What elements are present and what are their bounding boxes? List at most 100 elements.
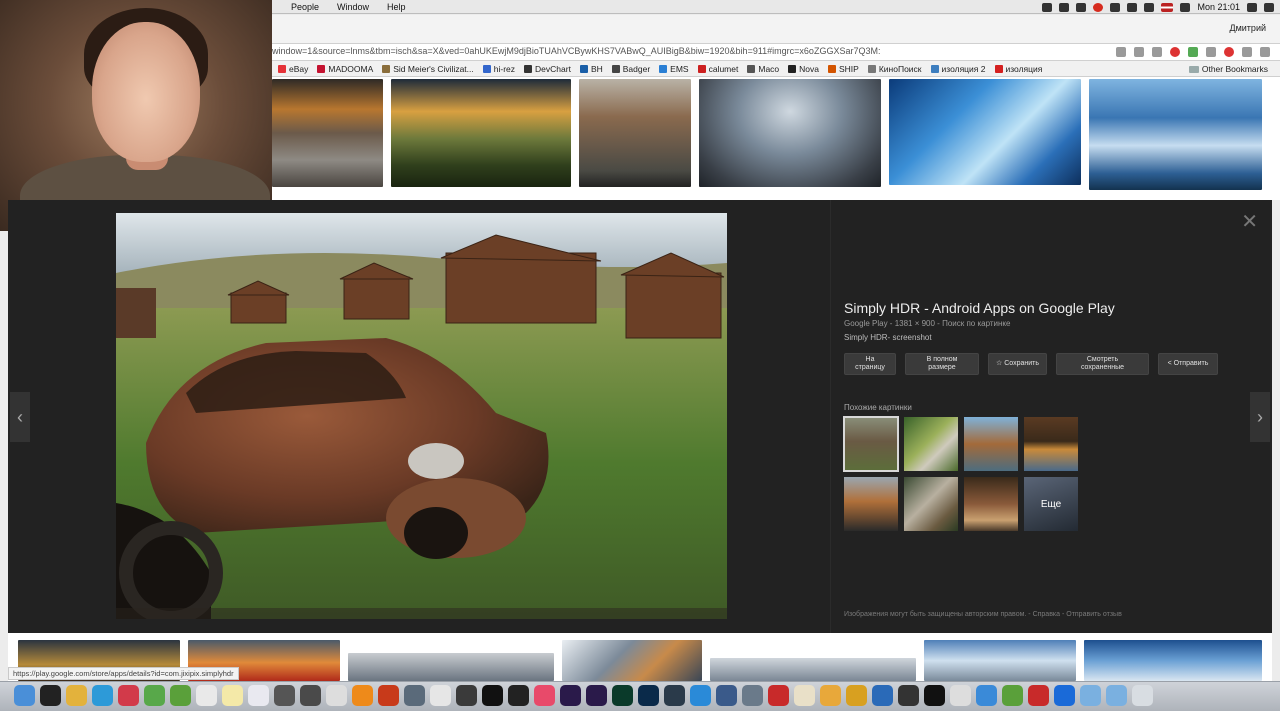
- launchpad-icon[interactable]: [40, 685, 61, 706]
- menu-window[interactable]: Window: [328, 1, 378, 13]
- lightroom-icon[interactable]: [664, 685, 685, 706]
- extension-icon[interactable]: [1206, 47, 1216, 57]
- audition-icon[interactable]: [612, 685, 633, 706]
- chrome-menu-icon[interactable]: [1260, 47, 1270, 57]
- wifi-icon[interactable]: [1180, 2, 1191, 12]
- app-icon[interactable]: [898, 685, 919, 706]
- result-thumbnail[interactable]: [579, 79, 691, 187]
- bookmark-item[interactable]: MADOOMA: [317, 64, 373, 74]
- bookmark-item[interactable]: Sid Meier's Civilizat...: [382, 64, 474, 74]
- notification-list-icon[interactable]: [1264, 2, 1274, 12]
- bookmark-star-icon[interactable]: [1134, 47, 1144, 57]
- app-icon[interactable]: [430, 685, 451, 706]
- app-icon[interactable]: [1028, 685, 1049, 706]
- app-icon[interactable]: [768, 685, 789, 706]
- record-icon[interactable]: [1076, 2, 1087, 12]
- opera-icon[interactable]: [1093, 2, 1104, 12]
- app-icon[interactable]: [534, 685, 555, 706]
- result-thumbnail[interactable]: [272, 79, 383, 187]
- trash-icon[interactable]: [1132, 685, 1153, 706]
- app-icon[interactable]: [820, 685, 841, 706]
- similar-image-thumbnail[interactable]: [964, 417, 1018, 471]
- similar-image-thumbnail[interactable]: [1024, 417, 1078, 471]
- app-icon[interactable]: [716, 685, 737, 706]
- bookmark-item[interactable]: КиноПоиск: [867, 64, 922, 74]
- visit-page-button[interactable]: На страницу: [844, 353, 896, 375]
- bookmark-item[interactable]: calumet: [697, 64, 738, 74]
- terminal-icon[interactable]: [482, 685, 503, 706]
- finder-icon[interactable]: [14, 685, 35, 706]
- us-flag-icon[interactable]: [1161, 2, 1174, 12]
- view-full-size-button[interactable]: В полном размере: [905, 353, 979, 375]
- display-icon[interactable]: [1059, 2, 1070, 12]
- share-button[interactable]: < Отправить: [1158, 353, 1218, 375]
- bookmark-item[interactable]: Nova: [788, 64, 819, 74]
- view-saved-button[interactable]: Смотреть сохраненные: [1056, 353, 1149, 375]
- result-thumbnail[interactable]: [889, 79, 1081, 185]
- app-icon[interactable]: [118, 685, 139, 706]
- close-icon[interactable]: ✕: [1241, 212, 1258, 232]
- previous-image-button[interactable]: ‹: [10, 392, 30, 442]
- extension-icon[interactable]: [1224, 47, 1234, 57]
- extension-icon[interactable]: [1152, 47, 1162, 57]
- app-icon[interactable]: [924, 685, 945, 706]
- bookmark-item[interactable]: EMS: [659, 64, 689, 74]
- adblock-icon[interactable]: [1170, 47, 1180, 57]
- result-thumbnail[interactable]: [1084, 640, 1262, 681]
- copyright-disclaimer[interactable]: Изображения могут быть защищены авторски…: [844, 611, 1122, 618]
- bookmark-item[interactable]: eBay: [278, 64, 308, 74]
- result-thumbnail[interactable]: [348, 653, 554, 681]
- preview-image[interactable]: [116, 213, 727, 619]
- menubar-clock[interactable]: Mon 21:01: [1197, 1, 1240, 13]
- save-button[interactable]: ☆ Сохранить: [988, 353, 1047, 375]
- profile-name[interactable]: Дмитрий: [1230, 23, 1267, 33]
- itunes-icon[interactable]: [248, 685, 269, 706]
- photoshop-icon[interactable]: [638, 685, 659, 706]
- spotlight-search-icon[interactable]: [1247, 2, 1257, 12]
- app-icon[interactable]: [950, 685, 971, 706]
- ableton-live-icon[interactable]: [300, 685, 321, 706]
- similar-image-thumbnail[interactable]: [843, 416, 899, 472]
- other-bookmarks[interactable]: Other Bookmarks: [1188, 64, 1268, 74]
- menu-help[interactable]: Help: [378, 1, 415, 13]
- notes-icon[interactable]: [222, 685, 243, 706]
- result-thumbnail[interactable]: [391, 79, 571, 187]
- bookmark-item[interactable]: Badger: [611, 64, 650, 74]
- menu-people[interactable]: People: [282, 1, 328, 13]
- similar-image-thumbnail[interactable]: [904, 477, 958, 531]
- url-text[interactable]: window=1&source=lnms&tbm=isch&sa=X&ved=0…: [272, 46, 880, 56]
- address-bar[interactable]: window=1&source=lnms&tbm=isch&sa=X&ved=0…: [272, 43, 1280, 61]
- app-icon[interactable]: [846, 685, 867, 706]
- app-status-icon[interactable]: [1042, 2, 1053, 12]
- app-icon[interactable]: [976, 685, 997, 706]
- result-thumbnail[interactable]: [562, 640, 702, 681]
- telegram-icon[interactable]: [92, 685, 113, 706]
- app-icon[interactable]: [508, 685, 529, 706]
- translate-icon[interactable]: [1116, 47, 1126, 57]
- download-extension-icon[interactable]: [1188, 47, 1198, 57]
- chrome-icon[interactable]: [66, 685, 87, 706]
- bookmark-item[interactable]: Maco: [747, 64, 779, 74]
- image-title-link[interactable]: Simply HDR - Android Apps on Google Play: [844, 300, 1264, 317]
- app-icon[interactable]: [404, 685, 425, 706]
- app-icon[interactable]: [274, 685, 295, 706]
- bookmark-item[interactable]: hi-rez: [482, 64, 515, 74]
- app-icon[interactable]: [1054, 685, 1075, 706]
- bookmark-item[interactable]: изоляция 2: [930, 64, 986, 74]
- app-icon[interactable]: [378, 685, 399, 706]
- result-thumbnail[interactable]: [710, 658, 916, 681]
- app-icon[interactable]: [742, 685, 763, 706]
- result-thumbnail[interactable]: [1089, 79, 1262, 190]
- premiere-icon[interactable]: [560, 685, 581, 706]
- vlc-icon[interactable]: [352, 685, 373, 706]
- result-thumbnail[interactable]: [699, 79, 881, 187]
- folder-icon[interactable]: [1106, 685, 1127, 706]
- bookmark-item[interactable]: BH: [579, 64, 603, 74]
- evernote-icon[interactable]: [1002, 685, 1023, 706]
- upwork-icon[interactable]: [144, 685, 165, 706]
- app-icon[interactable]: [456, 685, 477, 706]
- similar-image-thumbnail[interactable]: [964, 477, 1018, 531]
- app-icon[interactable]: [326, 685, 347, 706]
- after-effects-icon[interactable]: [586, 685, 607, 706]
- textedit-icon[interactable]: [196, 685, 217, 706]
